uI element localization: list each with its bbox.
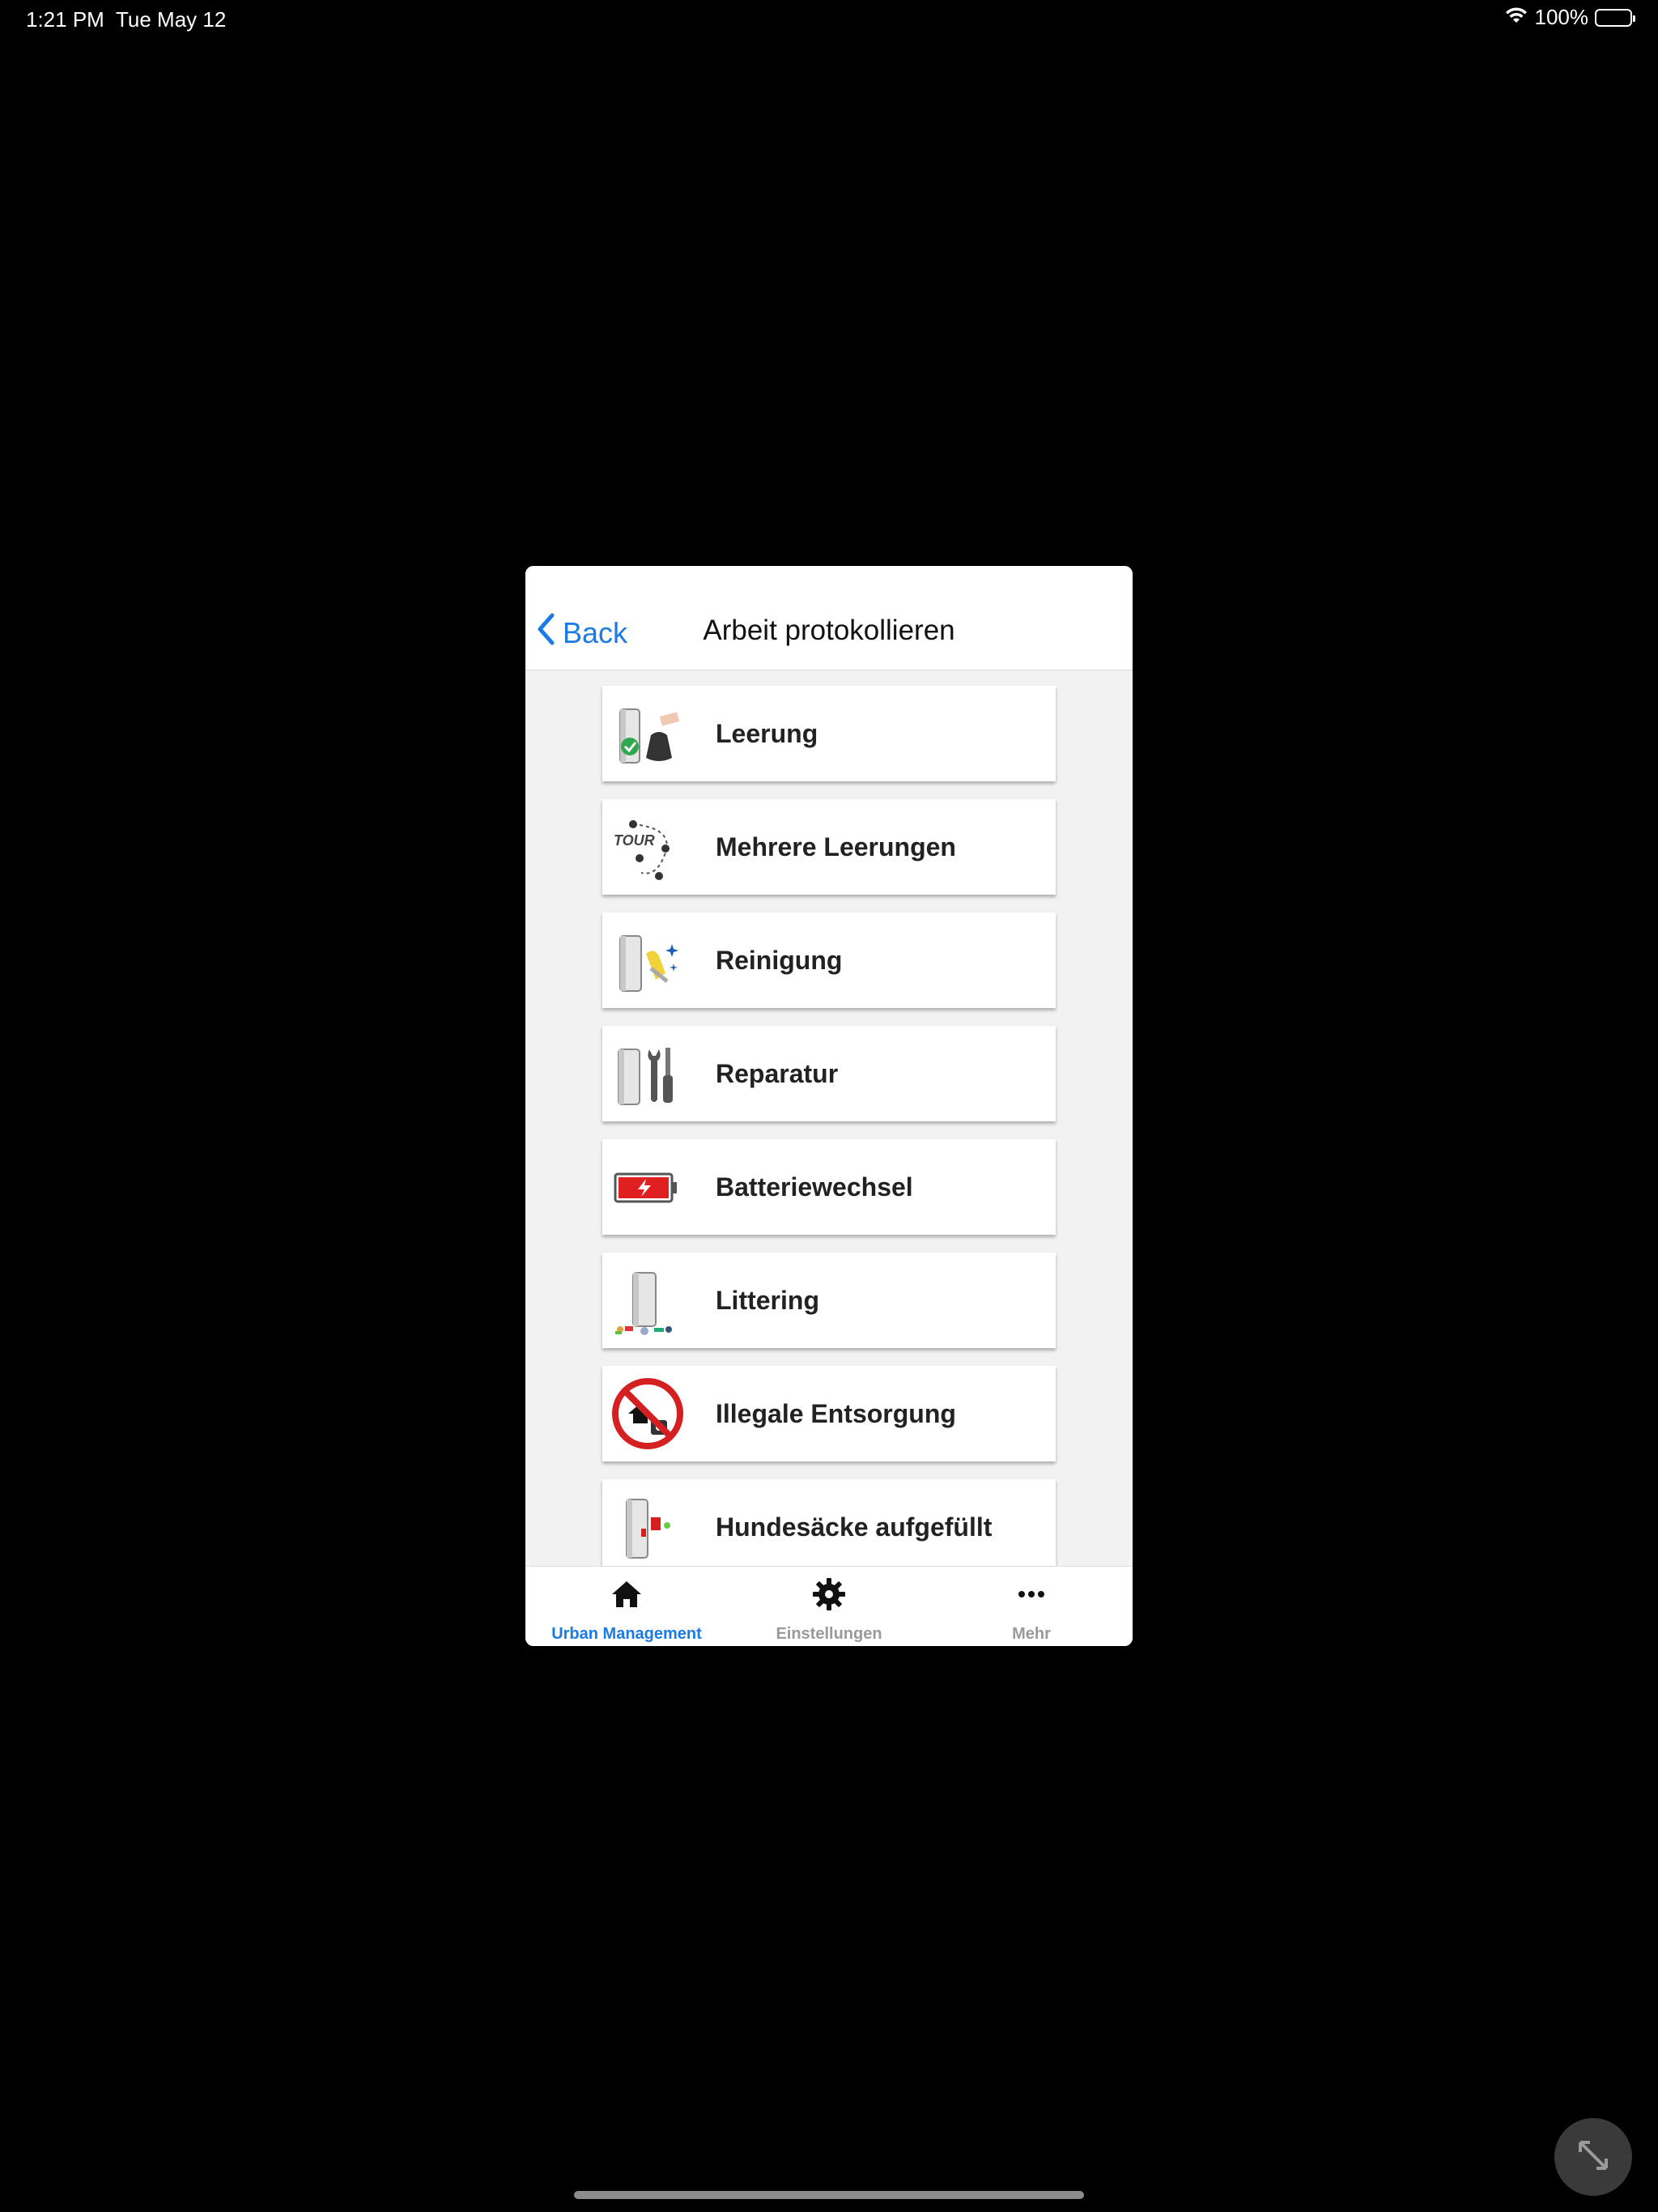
battery-icon [1595,8,1635,27]
dog-bags-icon [607,1487,688,1568]
battery-percent: 100% [1534,5,1589,29]
list-item-mehrere-leerungen[interactable]: TOUR Mehrere Leerungen [602,799,1056,895]
illegal-dumping-icon [607,1373,688,1454]
expand-icon [1574,2136,1613,2179]
tab-label: Mehr [1012,1625,1051,1643]
list-item-reparatur[interactable]: Reparatur [602,1026,1056,1121]
item-label: Leerung [716,718,818,748]
status-bar: 1:21 PM Tue May 12 100% [0,0,1658,39]
list-item-reinigung[interactable]: Reinigung [602,912,1056,1008]
list-item-batteriewechsel[interactable]: Batteriewechsel [602,1139,1056,1235]
status-right: 100% [1504,5,1635,30]
item-label: Reparatur [716,1058,839,1088]
tab-einstellungen[interactable]: Einstellungen [728,1567,930,1646]
littering-icon [607,1260,688,1341]
list-item-leerung[interactable]: Leerung [602,686,1056,781]
bin-emptied-icon [607,693,688,774]
item-label: Hundesäcke aufgefüllt [716,1512,993,1542]
tour-icon: TOUR [607,806,688,887]
repair-icon [607,1033,688,1114]
list-item-littering[interactable]: Littering [602,1253,1056,1348]
item-label: Batteriewechsel [716,1172,913,1202]
wifi-icon [1504,5,1528,30]
navigation-bar: Back Arbeit protokollieren [525,566,1133,670]
item-label: Illegale Entsorgung [716,1398,956,1428]
tour-text: TOUR [614,832,655,849]
tab-bar: Urban Management Einstellungen Mehr [525,1566,1133,1646]
app-window: Back Arbeit protokollieren Leerung TOUR … [525,566,1133,1646]
tab-label: Urban Management [551,1625,702,1643]
tab-label: Einstellungen [776,1625,882,1643]
expand-button[interactable] [1554,2118,1632,2196]
action-list: Leerung TOUR Mehrere Leerungen Reinigung… [602,686,1056,1593]
battery-change-icon [607,1146,688,1227]
list-item-illegale-entsorgung[interactable]: Illegale Entsorgung [602,1366,1056,1461]
item-label: Mehrere Leerungen [716,832,956,861]
tab-mehr[interactable]: Mehr [930,1567,1133,1646]
status-time: 1:21 PM [26,7,104,32]
item-label: Littering [716,1285,819,1315]
list-item-hundesaecke[interactable]: Hundesäcke aufgefüllt [602,1479,1056,1575]
item-label: Reinigung [716,945,843,975]
tab-urban-management[interactable]: Urban Management [525,1567,728,1646]
home-indicator[interactable] [574,2191,1084,2199]
status-date: Tue May 12 [116,7,227,32]
cleaning-icon [607,920,688,1001]
page-title: Arbeit protokollieren [703,615,955,646]
